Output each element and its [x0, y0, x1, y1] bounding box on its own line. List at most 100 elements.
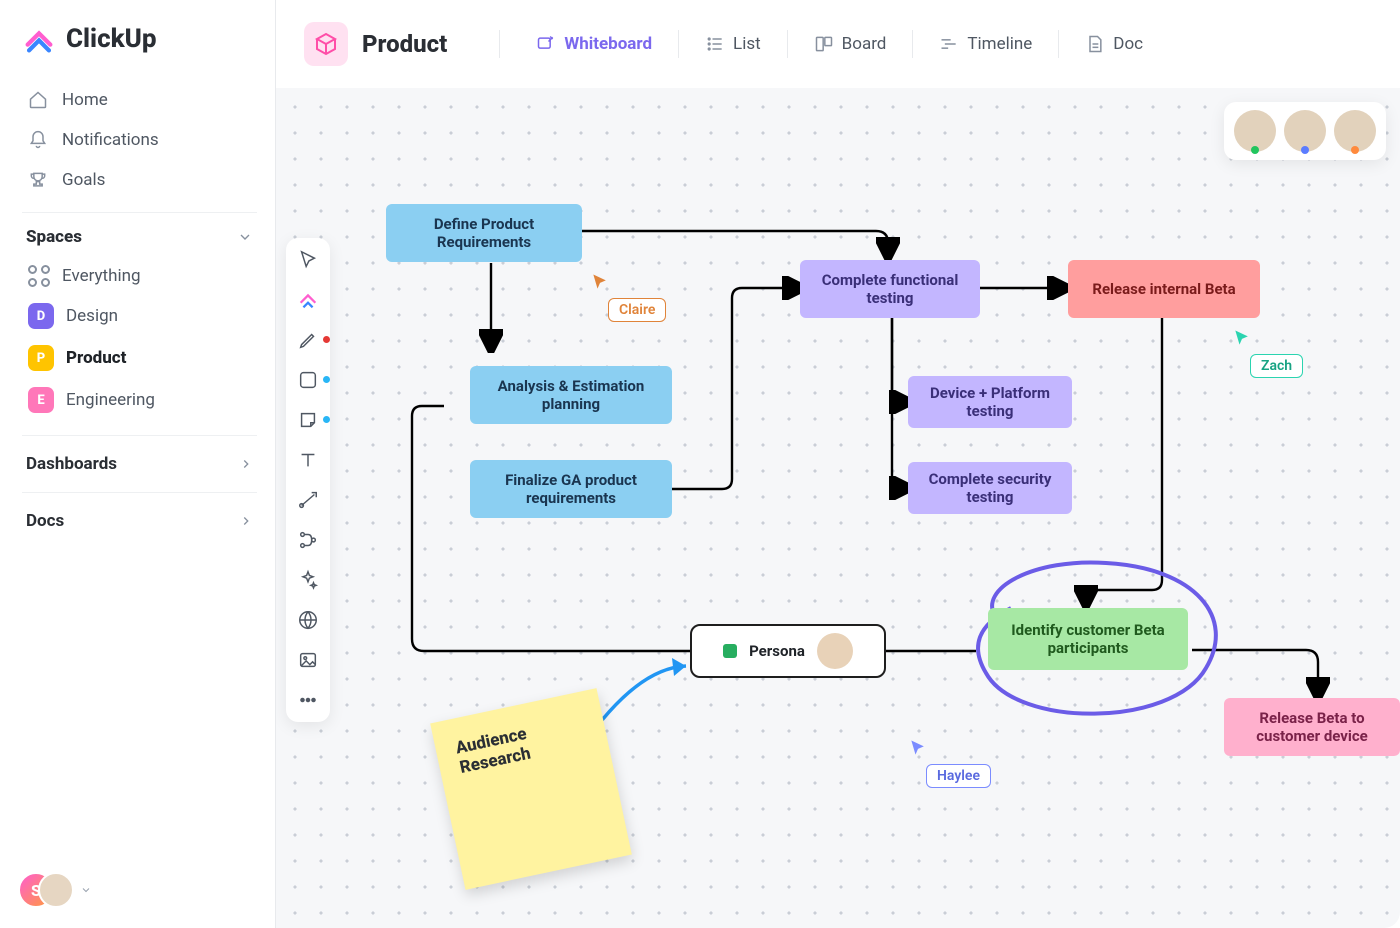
clickup-mini-icon — [297, 289, 319, 311]
separator — [912, 30, 913, 58]
node-identify[interactable]: Identify customer Beta participants — [988, 608, 1188, 670]
spaces-header[interactable]: Spaces — [22, 212, 257, 257]
chevron-down-icon — [237, 229, 253, 245]
node-beta2[interactable]: Release Beta to customer device — [1224, 698, 1400, 756]
node-persona[interactable]: Persona — [690, 624, 886, 678]
tool-web[interactable] — [296, 608, 320, 632]
tool-text[interactable] — [296, 448, 320, 472]
tab-whiteboard[interactable]: Whiteboard — [522, 26, 666, 62]
separator — [787, 30, 788, 58]
caret-down-icon — [80, 884, 92, 896]
user-switcher[interactable]: S — [18, 872, 92, 908]
cursor-label: Zach — [1250, 354, 1303, 378]
image-icon — [297, 649, 319, 671]
tool-pen[interactable] — [296, 328, 320, 352]
tab-doc[interactable]: Doc — [1071, 26, 1157, 62]
node-release[interactable]: Release internal Beta — [1068, 260, 1260, 318]
square-icon — [297, 369, 319, 391]
cursor-zach: Zach — [1232, 328, 1303, 378]
avatar — [1234, 110, 1276, 152]
persona-label: Persona — [749, 642, 805, 660]
whiteboard-icon — [536, 34, 556, 54]
tab-label: List — [733, 34, 761, 54]
avatar — [1334, 110, 1376, 152]
text-icon — [297, 449, 319, 471]
space-badge: D — [28, 303, 54, 329]
tab-board[interactable]: Board — [800, 26, 901, 62]
tab-timeline[interactable]: Timeline — [925, 26, 1046, 62]
main: Product Whiteboard List Board — [276, 0, 1400, 928]
pointer-icon — [297, 249, 319, 271]
space-product[interactable]: P Product — [22, 337, 257, 379]
trophy-icon — [28, 170, 48, 190]
space-design[interactable]: D Design — [22, 295, 257, 337]
chevron-right-icon — [239, 514, 253, 528]
space-engineering[interactable]: E Engineering — [22, 379, 257, 421]
separator — [678, 30, 679, 58]
tool-magic[interactable] — [296, 568, 320, 592]
cursor-label: Haylee — [926, 764, 991, 788]
tab-label: Doc — [1113, 34, 1143, 54]
tab-label: Whiteboard — [564, 34, 652, 54]
brand[interactable]: ClickUp — [22, 22, 257, 56]
sticky-note[interactable]: Audience Research — [430, 688, 632, 890]
space-badge: P — [28, 345, 54, 371]
sticky-text: Audience Research — [454, 724, 533, 778]
nav-goals[interactable]: Goals — [22, 160, 257, 200]
cursor-icon — [1232, 328, 1252, 348]
sidebar: ClickUp Home Notifications Goals Spaces … — [0, 0, 276, 928]
tool-image[interactable] — [296, 648, 320, 672]
collaborator-avatars[interactable] — [1224, 102, 1386, 160]
bell-icon — [28, 130, 48, 150]
tab-label: Board — [842, 34, 887, 54]
whiteboard-tool-rail — [286, 238, 330, 722]
tool-relationship[interactable] — [296, 528, 320, 552]
clickup-logo-icon — [22, 22, 56, 56]
app-root: ClickUp Home Notifications Goals Spaces … — [0, 0, 1400, 928]
nav-label: Home — [62, 90, 108, 110]
node-define[interactable]: Define Product Requirements — [386, 204, 582, 262]
cursor-icon — [908, 738, 928, 758]
avatar — [817, 633, 853, 669]
board-icon — [814, 34, 834, 54]
more-icon — [297, 689, 319, 711]
space-label: Everything — [62, 266, 141, 286]
nav-label: Goals — [62, 170, 105, 190]
tab-list[interactable]: List — [691, 26, 775, 62]
tool-shape[interactable] — [296, 368, 320, 392]
sparkle-icon — [297, 569, 319, 591]
node-security[interactable]: Complete security testing — [908, 462, 1072, 514]
separator — [499, 30, 500, 58]
section-docs[interactable]: Docs — [22, 492, 257, 549]
space-icon[interactable] — [304, 22, 348, 66]
cube-icon — [314, 32, 338, 56]
separator — [1058, 30, 1059, 58]
node-device[interactable]: Device + Platform testing — [908, 376, 1072, 428]
nav-notifications[interactable]: Notifications — [22, 120, 257, 160]
space-label: Design — [66, 306, 118, 326]
branch-icon — [297, 529, 319, 551]
tool-more[interactable] — [296, 688, 320, 712]
pen-icon — [297, 329, 319, 351]
tool-sticky[interactable] — [296, 408, 320, 432]
tool-select[interactable] — [296, 248, 320, 272]
whiteboard-canvas[interactable]: Define Product Requirements Analysis & E… — [276, 88, 1400, 928]
space-badge: E — [28, 387, 54, 413]
stacked-avatars: S — [18, 872, 74, 908]
home-icon — [28, 90, 48, 110]
section-dashboards[interactable]: Dashboards — [22, 435, 257, 492]
tool-task[interactable] — [296, 288, 320, 312]
space-everything[interactable]: Everything — [22, 257, 257, 295]
status-dot — [723, 644, 737, 658]
section-label: Dashboards — [26, 454, 117, 474]
node-func[interactable]: Complete functional testing — [800, 260, 980, 318]
nav-home[interactable]: Home — [22, 80, 257, 120]
space-label: Engineering — [66, 390, 155, 410]
node-analysis[interactable]: Analysis & Estimation planning — [470, 366, 672, 424]
timeline-icon — [939, 34, 959, 54]
cursor-label: Claire — [608, 298, 666, 322]
tool-connector[interactable] — [296, 488, 320, 512]
node-finalize[interactable]: Finalize GA product requirements — [470, 460, 672, 518]
sticky-icon — [297, 409, 319, 431]
cursor-icon — [590, 272, 610, 292]
